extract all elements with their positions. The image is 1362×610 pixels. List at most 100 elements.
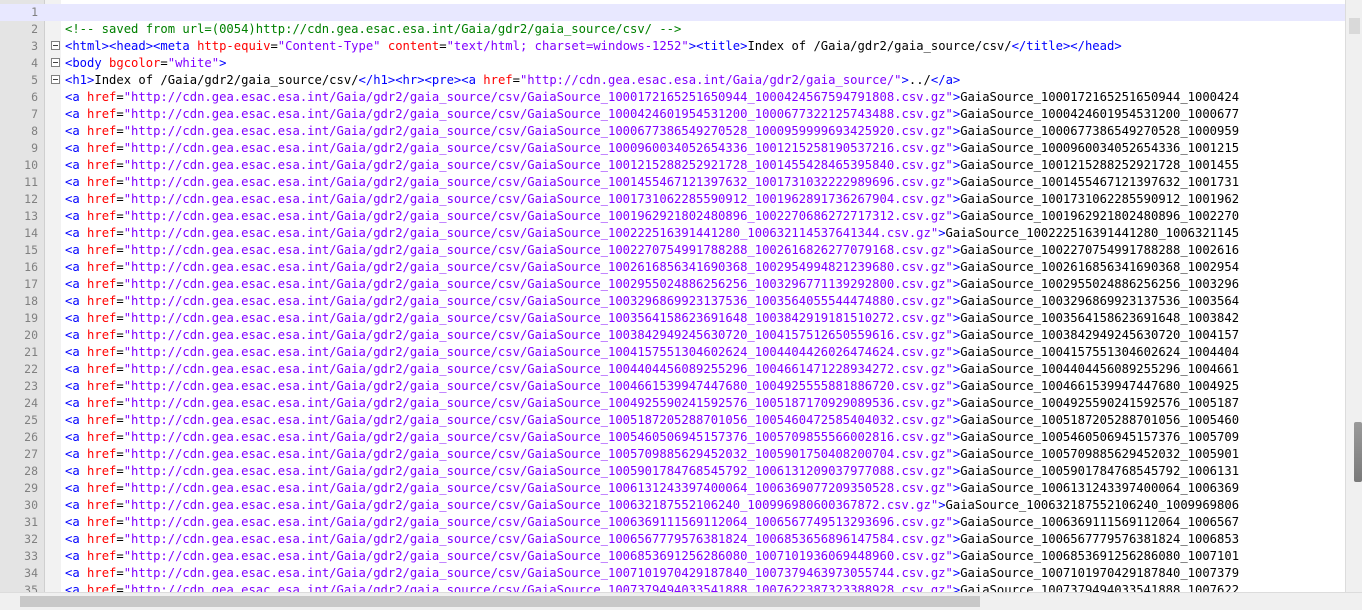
code-line[interactable]: 17 <a href="http://cdn.gea.esac.esa.int/G… [0, 276, 1345, 293]
link-text-token: GaiaSource_1004157551304602624_1004404 [960, 345, 1240, 359]
value-token: "http://cdn.gea.esac.esa.int/Gaia/gdr2/g… [123, 294, 953, 308]
text-token: = [116, 294, 124, 308]
link-text-token: GaiaSource_1000424601954531200_1000677 [960, 107, 1240, 121]
line-text: <!-- saved from url=(0054)http://cdn.gea… [65, 21, 681, 38]
code-line[interactable]: 12 <a href="http://cdn.gea.esac.esa.int/G… [0, 191, 1345, 208]
code-line[interactable]: 15 <a href="http://cdn.gea.esac.esa.int/G… [0, 242, 1345, 259]
code-line[interactable]: 1 [0, 4, 1345, 21]
code-line[interactable]: 31 <a href="http://cdn.gea.esac.esa.int/G… [0, 514, 1345, 531]
code-line[interactable]: 2 <!-- saved from url=(0054)http://cdn.ge… [0, 21, 1345, 38]
code-line[interactable]: 27 <a href="http://cdn.gea.esac.esa.int/G… [0, 446, 1345, 463]
text-token: = [116, 311, 124, 325]
code-line[interactable]: 14 <a href="http://cdn.gea.esac.esa.int/G… [0, 225, 1345, 242]
attribute-token: href [87, 124, 117, 138]
link-text-token: GaiaSource_1005709885629452032_1005901 [960, 447, 1240, 461]
line-number: 11 [24, 175, 38, 189]
code-line[interactable]: 24 <a href="http://cdn.gea.esac.esa.int/G… [0, 395, 1345, 412]
code-line[interactable]: 11 <a href="http://cdn.gea.esac.esa.int/G… [0, 174, 1345, 191]
code-line[interactable]: 9 <a href="http://cdn.gea.esac.esa.int/Ga… [0, 140, 1345, 157]
line-text: <a href="http://cdn.gea.esac.esa.int/Gai… [65, 378, 1239, 395]
code-line[interactable]: 18 <a href="http://cdn.gea.esac.esa.int/G… [0, 293, 1345, 310]
text-token: = [512, 73, 520, 87]
code-line[interactable]: 3 <html><head><meta http-equiv="Content-T… [0, 38, 1345, 55]
line-number: 29 [24, 481, 38, 495]
value-token: "http://cdn.gea.esac.esa.int/Gaia/gdr2/g… [519, 73, 902, 87]
code-line[interactable]: 20 <a href="http://cdn.gea.esac.esa.int/G… [0, 327, 1345, 344]
text-token: = [116, 396, 124, 410]
code-line[interactable]: 10 <a href="http://cdn.gea.esac.esa.int/G… [0, 157, 1345, 174]
text-token: = [116, 430, 124, 444]
line-number: 22 [24, 362, 38, 376]
text-token: = [116, 328, 124, 342]
vertical-scrollbar[interactable] [1345, 0, 1362, 592]
attribute-token: href [87, 498, 117, 512]
tag-token: <a [65, 379, 88, 393]
tag-token: ><title> [688, 39, 748, 53]
code-line[interactable]: 5 <h1>Index of /Gaia/gdr2/gaia_source/csv… [0, 72, 1345, 89]
code-line[interactable]: 19 <a href="http://cdn.gea.esac.esa.int/G… [0, 310, 1345, 327]
tag-token: <a [65, 498, 88, 512]
fold-toggle-icon[interactable] [51, 75, 60, 84]
code-line[interactable]: 28 <a href="http://cdn.gea.esac.esa.int/G… [0, 463, 1345, 480]
line-text: <html><head><meta http-equiv="Content-Ty… [65, 38, 1122, 55]
line-text: <a href="http://cdn.gea.esac.esa.int/Gai… [65, 191, 1239, 208]
code-line[interactable]: 29 <a href="http://cdn.gea.esac.esa.int/G… [0, 480, 1345, 497]
tag-token: <a [65, 447, 88, 461]
code-editor[interactable]: 1 2 <!-- saved from url=(0054)http://cdn.g… [0, 0, 1345, 592]
value-token: "http://cdn.gea.esac.esa.int/Gaia/gdr2/g… [123, 515, 953, 529]
code-line[interactable]: 22 <a href="http://cdn.gea.esac.esa.int/G… [0, 361, 1345, 378]
line-number: 26 [24, 430, 38, 444]
horizontal-scrollbar[interactable] [0, 592, 1362, 610]
code-line[interactable]: 26 <a href="http://cdn.gea.esac.esa.int/G… [0, 429, 1345, 446]
line-text: <a href="http://cdn.gea.esac.esa.int/Gai… [65, 259, 1239, 276]
code-line[interactable]: 25 <a href="http://cdn.gea.esac.esa.int/G… [0, 412, 1345, 429]
code-line[interactable]: 23 <a href="http://cdn.gea.esac.esa.int/G… [0, 378, 1345, 395]
code-line[interactable]: 8 <a href="http://cdn.gea.esac.esa.int/Ga… [0, 123, 1345, 140]
line-number: 7 [31, 107, 38, 121]
horizontal-scroll-thumb[interactable] [20, 596, 980, 607]
attribute-token: http-equiv [197, 39, 271, 53]
text-token: = [116, 141, 124, 155]
link-text-token: GaiaSource_1001215288252921728_1001455 [960, 158, 1240, 172]
line-number: 32 [24, 532, 38, 546]
tag-token: <a [65, 294, 88, 308]
text-token: = [116, 226, 124, 240]
tag-token: <a [65, 141, 88, 155]
code-line[interactable]: 6 <a href="http://cdn.gea.esac.esa.int/Ga… [0, 89, 1345, 106]
tag-token: <body [65, 56, 110, 70]
code-line[interactable]: 4 <body bgcolor="white"> [0, 55, 1345, 72]
fold-toggle-icon[interactable] [51, 58, 60, 67]
value-token: "http://cdn.gea.esac.esa.int/Gaia/gdr2/g… [123, 583, 953, 592]
attribute-token: href [87, 209, 117, 223]
value-token: "http://cdn.gea.esac.esa.int/Gaia/gdr2/g… [123, 90, 953, 104]
document-map-marker[interactable] [1354, 422, 1362, 482]
line-text: <a href="http://cdn.gea.esac.esa.int/Gai… [65, 242, 1239, 259]
line-text: <a href="http://cdn.gea.esac.esa.int/Gai… [65, 106, 1239, 123]
line-number: 35 [24, 583, 38, 592]
line-number: 18 [24, 294, 38, 308]
value-token: "http://cdn.gea.esac.esa.int/Gaia/gdr2/g… [123, 396, 953, 410]
code-line[interactable]: 7 <a href="http://cdn.gea.esac.esa.int/Ga… [0, 106, 1345, 123]
attribute-token: href [87, 447, 117, 461]
line-text: <a href="http://cdn.gea.esac.esa.int/Gai… [65, 429, 1239, 446]
tag-token: <a [65, 532, 88, 546]
link-text-token: GaiaSource_1004661539947447680_1004925 [960, 379, 1240, 393]
code-line[interactable]: 35 <a href="http://cdn.gea.esac.esa.int/G… [0, 582, 1345, 592]
code-line[interactable]: 30 <a href="http://cdn.gea.esac.esa.int/G… [0, 497, 1345, 514]
code-line[interactable]: 34 <a href="http://cdn.gea.esac.esa.int/G… [0, 565, 1345, 582]
link-text-token: GaiaSource_1003296869923137536_1003564 [960, 294, 1240, 308]
line-number: 1 [31, 5, 38, 19]
code-line[interactable]: 32 <a href="http://cdn.gea.esac.esa.int/G… [0, 531, 1345, 548]
code-line[interactable]: 13 <a href="http://cdn.gea.esac.esa.int/G… [0, 208, 1345, 225]
text-token: = [116, 260, 124, 274]
line-number: 21 [24, 345, 38, 359]
vertical-scroll-thumb[interactable] [1349, 18, 1360, 34]
code-line[interactable]: 21 <a href="http://cdn.gea.esac.esa.int/G… [0, 344, 1345, 361]
fold-toggle-icon[interactable] [51, 41, 60, 50]
value-token: "http://cdn.gea.esac.esa.int/Gaia/gdr2/g… [123, 260, 953, 274]
code-line[interactable]: 33 <a href="http://cdn.gea.esac.esa.int/G… [0, 548, 1345, 565]
code-line[interactable]: 16 <a href="http://cdn.gea.esac.esa.int/G… [0, 259, 1345, 276]
value-token: "http://cdn.gea.esac.esa.int/Gaia/gdr2/g… [123, 243, 953, 257]
line-number: 14 [24, 226, 38, 240]
